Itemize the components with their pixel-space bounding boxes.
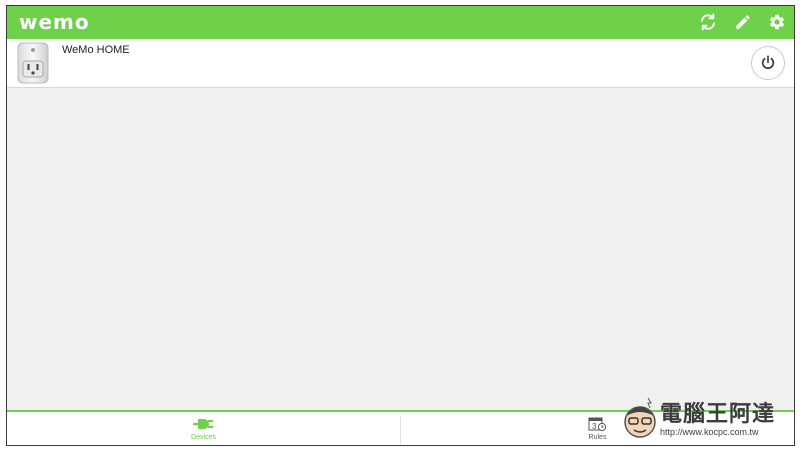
device-list-item[interactable]: WeMo HOME	[7, 39, 794, 88]
power-toggle-button[interactable]	[751, 46, 785, 80]
refresh-icon[interactable]	[699, 13, 717, 31]
app-header: wemo	[7, 6, 794, 39]
wemo-logo: wemo	[19, 10, 90, 34]
plug-icon	[193, 417, 213, 431]
svg-text:3: 3	[592, 422, 597, 431]
wemo-switch-plug-icon	[16, 42, 50, 84]
edit-icon[interactable]	[734, 13, 752, 31]
power-icon	[761, 55, 775, 69]
tab-rules[interactable]: 3 Rules	[401, 412, 794, 445]
bottom-tab-bar: Devices 3 Rules	[7, 410, 794, 445]
app-window: wemo WeMo HOME Devices 3 Rules	[6, 5, 795, 446]
settings-icon[interactable]	[768, 13, 786, 31]
calendar-clock-icon: 3	[587, 417, 607, 432]
tab-rules-label: Rules	[588, 434, 607, 441]
tab-devices[interactable]: Devices	[7, 412, 400, 445]
device-name: WeMo HOME	[62, 44, 130, 56]
tab-devices-label: Devices	[191, 434, 216, 441]
